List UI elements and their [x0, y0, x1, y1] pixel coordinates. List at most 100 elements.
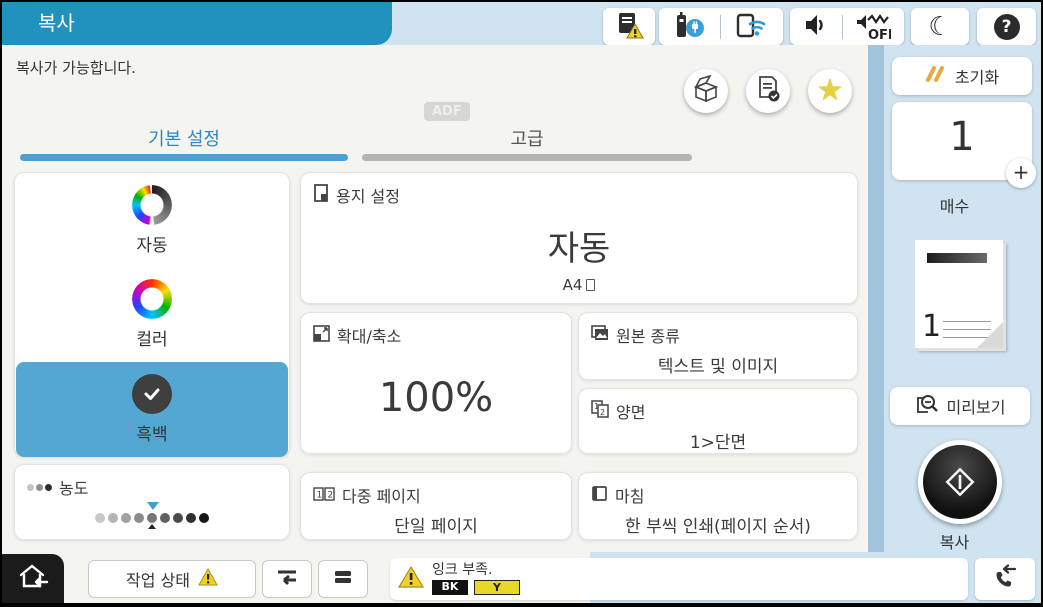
original-type-label: 원본 종류	[616, 323, 680, 347]
job-status-label: 작업 상태	[126, 567, 190, 591]
output-tray-button[interactable]	[684, 69, 728, 113]
star-icon: ★	[817, 76, 844, 106]
sound-settings-group[interactable]: OFF	[790, 8, 904, 45]
color-mode-label: 자동	[136, 231, 167, 256]
image-icon	[591, 325, 609, 345]
original-type-value: 텍스트 및 이미지	[579, 352, 857, 377]
density-icon	[27, 484, 52, 491]
help-button[interactable]: ?	[977, 8, 1036, 45]
paper-value: 자동	[301, 221, 857, 270]
sidebar-divider	[868, 45, 884, 552]
right-sidebar: 초기화 1 + 매수 1 미리보기	[868, 45, 1041, 603]
color-mode-bw[interactable]: 흑백	[16, 362, 288, 457]
two-sided-icon: 1 2	[591, 400, 609, 422]
network-status-group[interactable]	[659, 8, 783, 45]
divider	[720, 15, 721, 39]
home-icon	[16, 562, 50, 596]
paper-settings-panel[interactable]: 용지 설정 자동 A4	[300, 172, 858, 304]
copy-preview-thumbnail: 1	[915, 240, 1003, 348]
color-mode-color[interactable]: 컬러	[15, 267, 289, 361]
adf-badge: ADF	[424, 102, 470, 121]
home-button[interactable]	[2, 554, 64, 603]
tab-advanced[interactable]: 고급	[362, 125, 692, 151]
start-button-face	[923, 445, 997, 519]
interrupt-job-button[interactable]	[262, 560, 312, 598]
open-box-icon	[692, 75, 720, 107]
paper-size-value: A4	[563, 276, 583, 294]
multi-page-icon: 1 2	[313, 486, 335, 505]
document-check-icon	[754, 75, 782, 107]
main-content: 복사가 가능합니다.	[2, 45, 868, 552]
zoom-label: 확대/축소	[337, 323, 401, 347]
presets-button[interactable]	[746, 69, 790, 113]
tab-basic-underline	[20, 154, 348, 161]
printer-ethernet-icon	[673, 11, 705, 43]
svg-text:2: 2	[600, 408, 605, 417]
color-mode-card: 자동 컬러 흑백	[14, 172, 290, 457]
finishing-icon	[591, 485, 608, 506]
reset-label: 초기화	[955, 64, 999, 88]
preview-button[interactable]: 미리보기	[890, 387, 1030, 425]
svg-text:2: 2	[328, 490, 334, 500]
ink-chip-black: BK	[432, 580, 468, 595]
smartphone-wifi-icon	[735, 11, 769, 43]
original-type-panel[interactable]: 원본 종류 텍스트 및 이미지	[578, 312, 858, 380]
warning-triangle-icon	[198, 568, 218, 590]
printer-status-button[interactable]	[318, 560, 368, 598]
density-label: 농도	[59, 475, 88, 499]
check-circle-icon	[132, 374, 172, 414]
ink-warning-icon	[398, 565, 424, 593]
finishing-panel[interactable]: 마침 한 부씩 인쇄(페이지 순서)	[578, 472, 858, 540]
divider	[842, 15, 843, 39]
status-message: 복사가 가능합니다.	[16, 57, 136, 78]
portrait-page-icon	[586, 279, 595, 291]
job-status-button[interactable]: 작업 상태	[88, 560, 256, 598]
preview-header-bar	[927, 253, 987, 263]
speaker-icon	[803, 12, 829, 42]
reset-button[interactable]: 초기화	[892, 57, 1032, 95]
copier-touchscreen: 복사	[0, 0, 1043, 607]
ink-warning-message: 잉크 부족.	[432, 563, 520, 578]
reset-icon	[925, 66, 945, 86]
paper-icon	[313, 184, 329, 206]
quiet-mode-off-icon: OFF	[855, 12, 891, 42]
phone-handset-icon	[991, 564, 1019, 594]
favorites-button[interactable]: ★	[808, 69, 852, 113]
start-copy-button[interactable]	[918, 440, 1002, 524]
copies-value: 1	[892, 114, 1032, 160]
color-mode-label: 컬러	[136, 325, 167, 350]
duplex-panel[interactable]: 1 2 양면 1>단면	[578, 388, 858, 454]
svg-text:1: 1	[317, 490, 323, 500]
multi-page-panel[interactable]: 1 2 다중 페이지 단일 페이지	[300, 472, 572, 540]
duplex-label: 양면	[616, 399, 645, 423]
ink-chip-yellow: Y	[474, 580, 520, 595]
increment-button[interactable]: +	[1006, 158, 1036, 188]
duplex-value: 1>단면	[579, 428, 857, 453]
tab-advanced-underline	[362, 154, 692, 161]
sleep-button[interactable]: ☾	[911, 8, 969, 45]
copies-count-field[interactable]: 1 +	[892, 102, 1032, 180]
color-mode-auto[interactable]: 자동	[15, 173, 289, 267]
preview-magnifier-icon	[915, 393, 939, 419]
sleep-moon-icon: ☾	[928, 14, 951, 40]
zoom-value: 100%	[301, 375, 571, 421]
interrupt-arrow-icon	[275, 567, 299, 591]
preview-page-number: 1	[922, 309, 941, 344]
zoom-panel[interactable]: 확대/축소 100%	[300, 312, 572, 454]
help-icon: ?	[994, 14, 1020, 40]
density-panel[interactable]: 농도	[14, 464, 290, 540]
job-status-warning-button[interactable]	[603, 8, 655, 45]
ink-status-bar[interactable]: 잉크 부족. BK Y	[390, 558, 968, 600]
stacked-trays-icon	[332, 568, 354, 590]
density-marker-icon	[147, 502, 159, 510]
density-slider[interactable]	[95, 509, 210, 527]
resize-icon	[313, 325, 330, 346]
tab-basic-settings[interactable]: 기본 설정	[20, 125, 348, 151]
page-fold-icon	[977, 322, 1003, 348]
copies-label: 매수	[868, 193, 1041, 217]
answer-phone-button[interactable]	[975, 558, 1035, 600]
density-pointer-icon	[148, 524, 156, 529]
svg-text:OFF: OFF	[868, 28, 891, 42]
finishing-label: 마침	[615, 483, 644, 507]
multi-page-value: 단일 페이지	[301, 512, 571, 537]
